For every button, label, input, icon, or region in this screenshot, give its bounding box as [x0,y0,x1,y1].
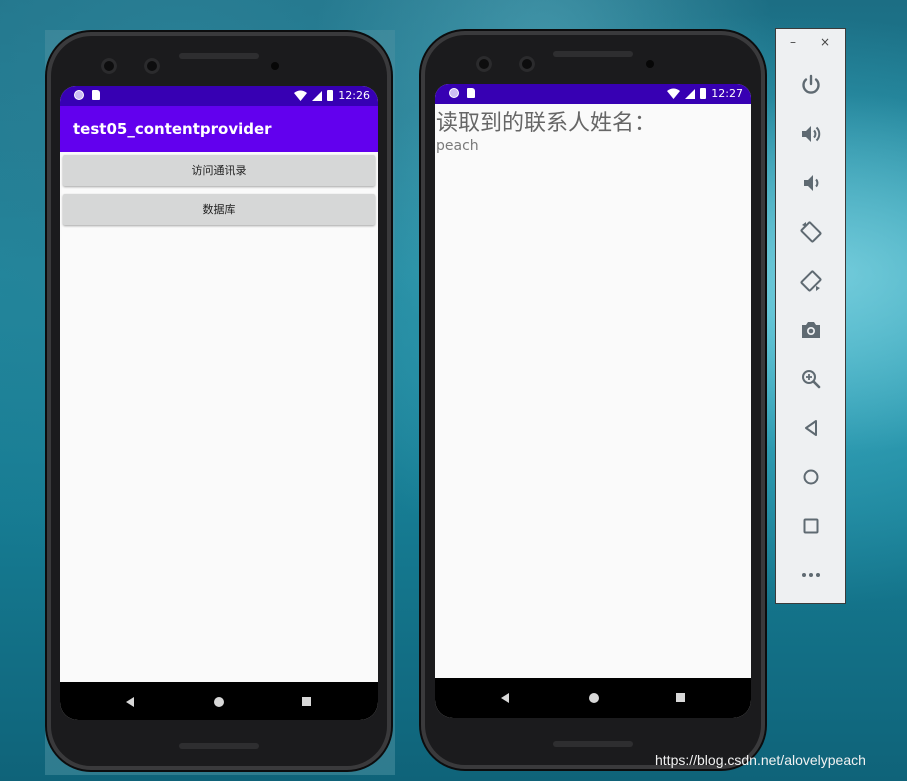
app-title-bar: test05_contentprovider [60,106,378,152]
watermark-text: https://blog.csdn.net/alovelypeach [655,752,866,768]
sensor-dot [271,62,279,70]
status-bar: 12:26 [60,86,378,106]
left-phone-frame: 12:26 test05_contentprovider 访问通讯录 数据库 [47,32,391,770]
front-camera [101,58,117,74]
home-icon[interactable] [214,697,224,707]
notification-circle-icon [74,90,84,100]
database-button[interactable]: 数据库 [63,194,375,225]
bottom-speaker [553,741,633,747]
overview-square-icon [803,518,819,534]
navigation-bar [60,682,378,720]
home-circle-icon [803,469,819,485]
front-camera [144,58,160,74]
front-camera [476,56,492,72]
front-camera [519,56,535,72]
wifi-icon [667,88,681,99]
screenshot-button[interactable] [794,313,828,347]
camera-icon [802,322,820,338]
power-icon [802,74,820,94]
signal-icon [312,90,323,101]
right-phone-frame: 12:27 读取到的联系人姓名： peach [421,31,765,769]
rotate-right-button[interactable] [794,264,828,298]
contact-name: peach [436,138,479,154]
app-title: test05_contentprovider [73,120,272,138]
volume-up-icon [802,126,821,142]
left-phone-screen: 12:26 test05_contentprovider 访问通讯录 数据库 [60,86,378,720]
content-area: 读取到的联系人姓名： peach [435,104,751,674]
signal-icon [685,88,696,99]
back-icon[interactable] [126,697,134,707]
status-time: 12:26 [338,89,370,102]
top-speaker [179,53,259,59]
sd-card-icon [92,90,100,100]
top-speaker [553,51,633,57]
more-button[interactable] [794,558,828,592]
status-bar: 12:27 [435,84,751,104]
home-button[interactable] [794,460,828,494]
volume-down-icon [804,175,819,191]
zoom-button[interactable] [794,362,828,396]
status-time: 12:27 [711,87,743,100]
back-icon[interactable] [501,693,509,703]
bottom-speaker [179,743,259,749]
overview-button[interactable] [794,509,828,543]
volume-up-button[interactable] [794,117,828,151]
home-icon[interactable] [589,693,599,703]
emulator-toolbar: – × [775,28,846,604]
back-button[interactable] [794,411,828,445]
battery-icon [327,90,334,101]
close-button[interactable]: × [820,35,830,49]
recents-icon[interactable] [676,693,685,702]
battery-icon [700,88,707,99]
minimize-button[interactable]: – [790,35,796,49]
back-triangle-icon [805,420,817,436]
volume-down-button[interactable] [794,166,828,200]
sd-card-icon [467,88,475,98]
sensor-dot [646,60,654,68]
rotate-left-button[interactable] [794,215,828,249]
recents-icon[interactable] [302,697,311,706]
power-button[interactable] [794,68,828,102]
contact-heading: 读取到的联系人姓名： [436,111,657,136]
more-dots-icon [802,573,820,577]
rotate-left-icon [800,221,822,243]
right-phone-screen: 12:27 读取到的联系人姓名： peach [435,84,751,718]
wifi-icon [294,90,308,101]
rotate-right-icon [800,270,822,292]
access-contacts-button[interactable]: 访问通讯录 [63,155,375,186]
notification-circle-icon [449,88,459,98]
zoom-in-icon [802,370,821,389]
navigation-bar [435,678,751,718]
